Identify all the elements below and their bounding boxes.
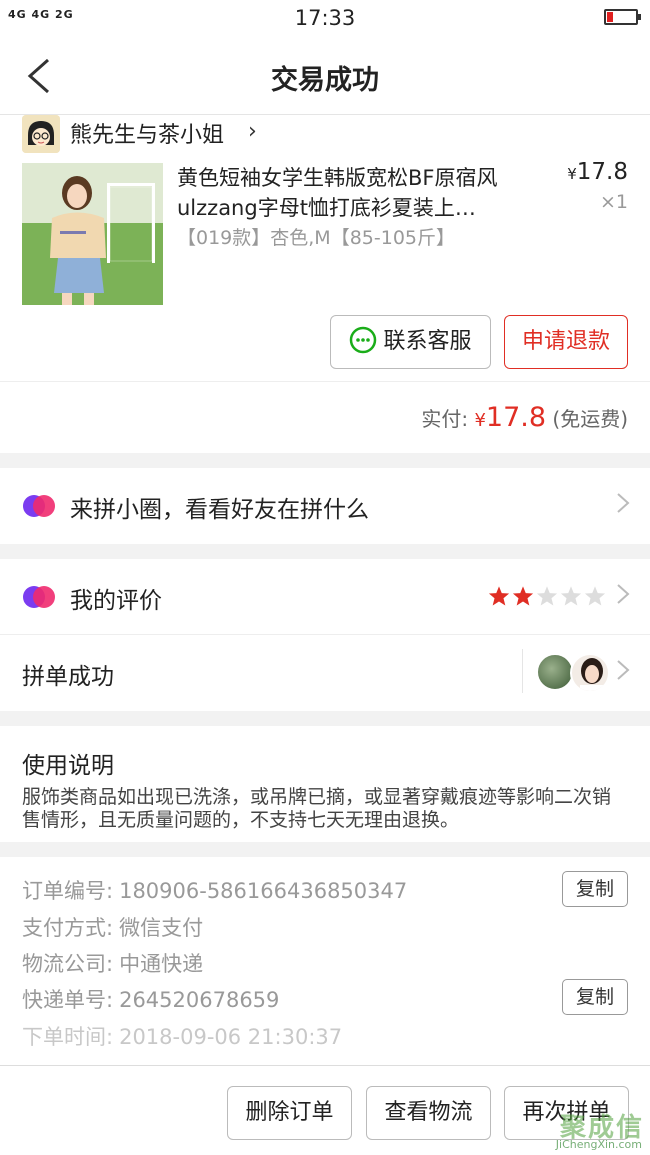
chevron-right-icon: [617, 660, 630, 680]
carrier-line: 物流公司: 中通快递: [22, 952, 204, 976]
wechat-chat-icon: [350, 326, 377, 354]
status-bar: 4G 4G 2G 17:33: [0, 0, 650, 36]
usage-notes-title: 使用说明: [22, 753, 114, 779]
payment-method-line: 支付方式: 微信支付: [22, 916, 204, 940]
product-image[interactable]: [22, 163, 163, 305]
star-empty-icon: [560, 586, 582, 606]
order-info: 订单编号: 180906-586166436850347 复制 支付方式: 微信支付…: [0, 857, 650, 1069]
chevron-right-icon: ›: [248, 119, 257, 144]
paid-total-row: 实付: ¥17.8 (免运费): [0, 381, 650, 453]
order-number-line: 订单编号: 180906-586166436850347: [22, 879, 408, 903]
star-filled-icon: [488, 586, 510, 606]
delete-order-button[interactable]: 删除订单: [227, 1086, 352, 1140]
friend-circle-row[interactable]: 来拼小圈，看看好友在拼什么: [0, 468, 650, 544]
copy-tracking-number-button[interactable]: 复制: [562, 979, 628, 1015]
group-member-avatar: [570, 653, 610, 693]
product-item[interactable]: 黄色短袖女学生韩版宽松BF原宿风ulzzang字母t恤打底衫夏装上… 【019款…: [0, 153, 650, 315]
battery-icon: [604, 9, 641, 25]
product-title[interactable]: 黄色短袖女学生韩版宽松BF原宿风ulzzang字母t恤打底衫夏装上…: [177, 163, 542, 223]
star-empty-icon: [584, 586, 606, 606]
refund-button[interactable]: 申请退款: [504, 315, 628, 369]
store-name[interactable]: 熊先生与茶小姐: [70, 117, 224, 149]
chevron-right-icon: [617, 493, 630, 513]
order-time-line: 下单时间: 2018-09-06 21:30:37: [22, 1025, 343, 1049]
pinduoduo-review-icon: [23, 586, 55, 608]
pinduoduo-circle-icon: [23, 495, 55, 517]
paid-total: 实付: ¥17.8 (免运费): [421, 402, 628, 433]
order-card: 熊先生与茶小姐 › 黄色短袖女学生韩版宽松BF原宿风ulzzang字母t恤打底衫…: [0, 115, 650, 453]
tracking-number-line: 快递单号: 264520678659: [22, 988, 280, 1012]
group-success-label: 拼单成功: [22, 664, 114, 690]
page-title: 交易成功: [271, 65, 379, 96]
group-success-row[interactable]: 拼单成功: [0, 635, 650, 711]
product-price: ¥17.8: [567, 159, 628, 185]
store-avatar: [22, 115, 60, 153]
my-review-label: 我的评价: [70, 588, 162, 614]
nav-bar: 交易成功: [0, 36, 650, 115]
status-time: 17:33: [294, 6, 356, 30]
my-review-row[interactable]: 我的评价: [0, 559, 650, 635]
view-logistics-button[interactable]: 查看物流: [366, 1086, 491, 1140]
group-member-avatar: [536, 653, 574, 691]
rating-stars: [488, 585, 606, 607]
watermark-logo: 聚成信 JiChengXin.com: [555, 1113, 644, 1151]
product-spec: 【019款】杏色,M【85-105斤】: [177, 227, 455, 249]
product-quantity: ×1: [599, 191, 628, 213]
order-actions: 联系客服 申请退款: [0, 315, 650, 381]
contact-service-button[interactable]: 联系客服: [330, 315, 491, 369]
usage-notes: 使用说明 服饰类商品如出现已洗涤，或吊牌已摘，或显著穿戴痕迹等影响二次销售情形，…: [0, 726, 650, 842]
usage-notes-text: 服饰类商品如出现已洗涤，或吊牌已摘，或显著穿戴痕迹等影响二次销售情形，且无质量问…: [22, 786, 612, 831]
star-filled-icon: [512, 586, 534, 606]
chevron-right-icon: [617, 584, 630, 604]
copy-order-number-button[interactable]: 复制: [562, 871, 628, 907]
friend-circle-label: 来拼小圈，看看好友在拼什么: [70, 497, 369, 523]
star-empty-icon: [536, 586, 558, 606]
store-row[interactable]: 熊先生与茶小姐 ›: [0, 115, 650, 153]
